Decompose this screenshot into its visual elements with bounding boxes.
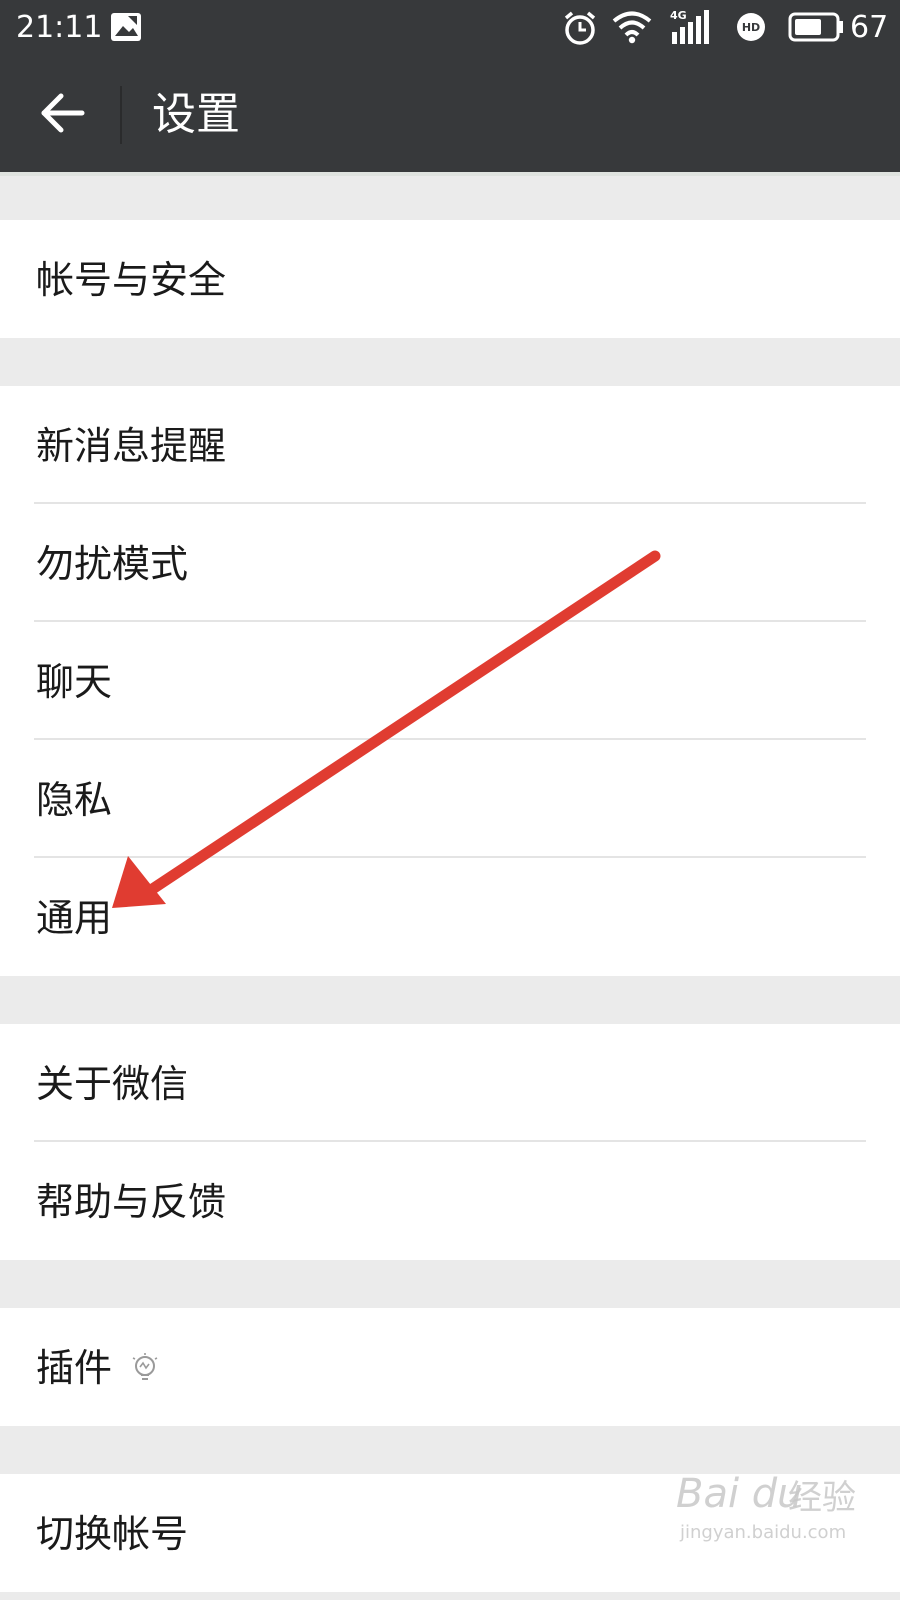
status-bar: 21:11 4G HD 67 bbox=[0, 0, 900, 56]
settings-item-label: 插件 bbox=[36, 1346, 113, 1390]
settings-item-label: 帐号与安全 bbox=[36, 258, 227, 302]
app-bar-divider bbox=[120, 86, 122, 144]
settings-group-plugins: 插件 bbox=[0, 1308, 900, 1426]
settings-group-about: 关于微信 帮助与反馈 bbox=[0, 1024, 900, 1260]
watermark-url: jingyan.baidu.com bbox=[680, 1522, 847, 1543]
settings-item-label: 切换帐号 bbox=[36, 1512, 189, 1556]
settings-item-do-not-disturb[interactable]: 勿扰模式 bbox=[0, 504, 900, 622]
wifi-icon bbox=[612, 10, 652, 48]
settings-item-account-security[interactable]: 帐号与安全 bbox=[0, 220, 900, 338]
app-bar-shadow bbox=[0, 172, 900, 176]
settings-item-label: 隐私 bbox=[36, 778, 113, 822]
alarm-icon bbox=[562, 10, 598, 50]
watermark-brand: Bai du bbox=[676, 1471, 803, 1517]
settings-item-label: 通用 bbox=[36, 896, 113, 940]
settings-item-help-feedback[interactable]: 帮助与反馈 bbox=[0, 1142, 900, 1260]
settings-item-label: 新消息提醒 bbox=[36, 424, 227, 468]
hd-label: HD bbox=[742, 21, 760, 34]
settings-screen: 21:11 4G HD 67 设置 帐号与安全 新消息提醒 勿扰模式 聊天 隐私… bbox=[0, 0, 900, 1600]
status-time: 21:11 bbox=[16, 10, 103, 45]
battery-level: 67 bbox=[850, 10, 889, 45]
settings-item-privacy[interactable]: 隐私 bbox=[0, 740, 900, 858]
settings-group-account: 帐号与安全 bbox=[0, 220, 900, 338]
watermark-service: 经验 bbox=[788, 1478, 856, 1518]
settings-item-label: 帮助与反馈 bbox=[36, 1180, 227, 1224]
signal-4g-icon: 4G bbox=[670, 8, 710, 50]
settings-item-plugins[interactable]: 插件 bbox=[0, 1308, 900, 1426]
page-title: 设置 bbox=[152, 89, 240, 140]
arrow-left-icon bbox=[41, 93, 85, 133]
lightbulb-icon bbox=[130, 1353, 160, 1389]
network-type-label: 4G bbox=[670, 9, 687, 22]
settings-item-about-wechat[interactable]: 关于微信 bbox=[0, 1024, 900, 1142]
back-button[interactable] bbox=[28, 78, 98, 148]
settings-item-chat[interactable]: 聊天 bbox=[0, 622, 900, 740]
notification-image-icon bbox=[110, 12, 142, 46]
baidu-jingyan-watermark: Bai du 经验 jingyan.baidu.com bbox=[676, 1468, 886, 1558]
settings-group-general: 新消息提醒 勿扰模式 聊天 隐私 通用 bbox=[0, 386, 900, 976]
battery-icon bbox=[788, 12, 844, 46]
hd-call-icon: HD bbox=[736, 12, 766, 46]
settings-item-label: 勿扰模式 bbox=[36, 542, 189, 586]
settings-item-label: 关于微信 bbox=[36, 1062, 189, 1106]
app-bar: 设置 bbox=[0, 56, 900, 172]
settings-item-label: 聊天 bbox=[36, 660, 113, 704]
settings-item-new-message-alerts[interactable]: 新消息提醒 bbox=[0, 386, 900, 504]
settings-item-general[interactable]: 通用 bbox=[0, 858, 900, 976]
